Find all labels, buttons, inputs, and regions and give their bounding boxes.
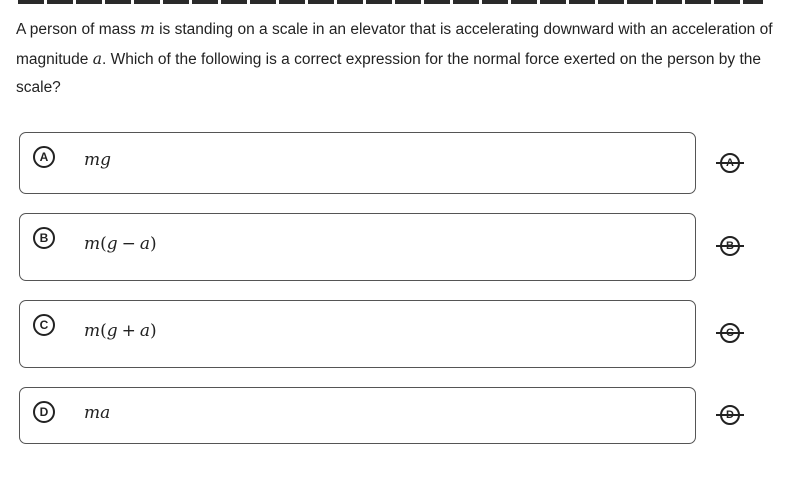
choice-letter-badge-a: A xyxy=(33,146,55,168)
answer-choice-a[interactable]: A mg xyxy=(19,132,696,194)
strikethrough-line xyxy=(716,414,744,416)
choice-letter-badge-d: D xyxy=(33,401,55,423)
eliminate-choice-b-button[interactable]: B xyxy=(716,235,744,257)
question-part-3: . Which of the following is a correct ex… xyxy=(16,50,762,97)
answer-choice-c[interactable]: C m(g + a) xyxy=(19,300,696,368)
choice-expression-d: ma xyxy=(84,403,111,423)
strikethrough-line xyxy=(716,162,744,164)
choice-expression-b: m(g − a) xyxy=(84,234,157,254)
question-text: A person of mass m is standing on a scal… xyxy=(16,15,776,103)
eliminate-choice-a-button[interactable]: A xyxy=(716,152,744,174)
question-part-1: A person of mass xyxy=(16,21,141,38)
choice-letter-badge-c: C xyxy=(33,314,55,336)
eliminate-choice-d-button[interactable]: D xyxy=(716,404,744,426)
strikethrough-line xyxy=(716,332,744,334)
choice-expression-a: mg xyxy=(84,150,112,170)
strikethrough-line xyxy=(716,245,744,247)
answer-choice-b[interactable]: B m(g − a) xyxy=(19,213,696,281)
variable-mass: m xyxy=(140,20,155,38)
answer-choice-d[interactable]: D ma xyxy=(19,387,696,444)
eliminate-choice-c-button[interactable]: C xyxy=(716,322,744,344)
top-dashed-border xyxy=(18,0,763,4)
variable-acceleration: a xyxy=(92,49,102,68)
choice-expression-c: m(g + a) xyxy=(84,321,157,341)
choice-letter-badge-b: B xyxy=(33,227,55,249)
